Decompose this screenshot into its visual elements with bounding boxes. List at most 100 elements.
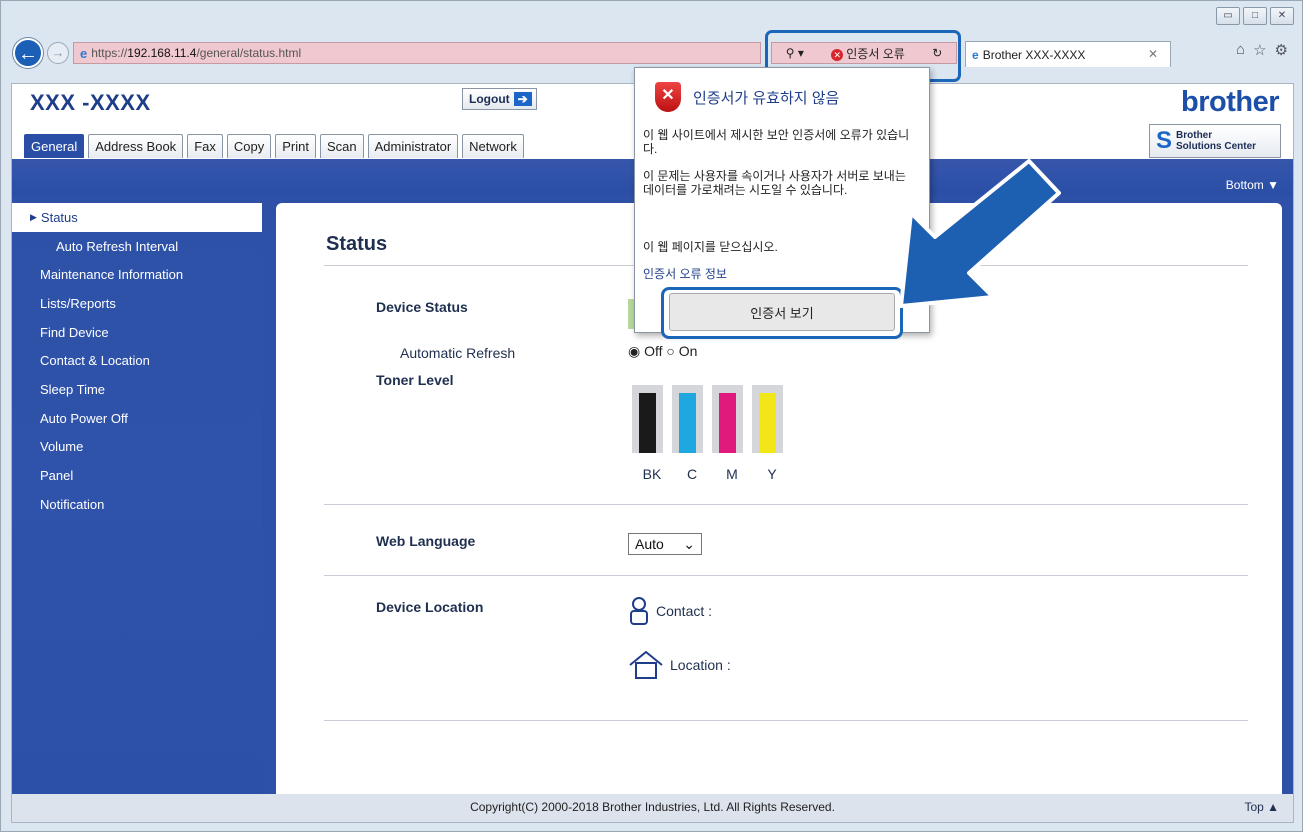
url-path: /general/status.html	[196, 46, 302, 60]
sidebar-item-auto-power-off[interactable]: Auto Power Off	[12, 404, 262, 433]
tab-fax[interactable]: Fax	[187, 134, 223, 158]
divider	[324, 504, 1248, 505]
tab-title: Brother XXX-XXXX	[982, 47, 1086, 62]
popup-header: ✕ 인증서가 유효하지 않음	[655, 82, 839, 112]
sidebar-item-notification[interactable]: Notification	[12, 490, 262, 519]
ie-icon: e	[80, 45, 88, 61]
solutions-center-button[interactable]: S Brother Solutions Center	[1149, 124, 1281, 158]
logout-arrow-icon: ➔	[513, 92, 532, 106]
sidebar-item-panel[interactable]: Panel	[12, 461, 262, 490]
web-language-select[interactable]: Auto ⌄	[628, 533, 702, 555]
close-icon[interactable]: ✕	[1270, 7, 1294, 25]
bsc-line1: Brother	[1176, 130, 1213, 141]
home-icon[interactable]: ⌂	[1236, 41, 1245, 59]
favorites-icon[interactable]: ☆	[1253, 41, 1266, 59]
toner-label-m: M	[726, 466, 738, 482]
browser-toolbar-icons: ⌂ ☆ ⚙	[1236, 41, 1288, 59]
ie-tab-icon: e	[972, 47, 979, 62]
location-row: Location :	[628, 650, 731, 680]
sidebar-item-find-device[interactable]: Find Device	[12, 318, 262, 347]
radio-off-label: Off	[644, 343, 663, 359]
toner-fill-m	[719, 393, 736, 453]
caret-right-icon: ▶	[30, 211, 37, 222]
forward-button[interactable]: →	[47, 42, 69, 64]
cert-error-info-link[interactable]: 인증서 오류 정보	[643, 265, 727, 282]
back-button[interactable]: ←	[13, 38, 43, 68]
tab-address-book[interactable]: Address Book	[88, 134, 184, 158]
divider	[324, 575, 1248, 576]
radio-on-label: On	[678, 343, 698, 359]
browser-tab[interactable]: e Brother XXX-XXXX ✕	[965, 41, 1171, 67]
sidebar-item-lists-reports[interactable]: Lists/Reports	[12, 289, 262, 318]
location-label: Location :	[670, 657, 731, 673]
window-controls: ▭ □ ✕	[1216, 7, 1294, 25]
toner-gauges	[632, 385, 783, 453]
web-language-value: Auto	[635, 536, 664, 552]
toner-slot-y	[752, 385, 783, 453]
url-prefix: https://	[91, 46, 128, 60]
address-bar[interactable]: e https://192.168.11.4/general/status.ht…	[73, 42, 761, 64]
sidebar-item-label: Status	[40, 209, 78, 225]
sidebar-item-sleep-time[interactable]: Sleep Time	[12, 375, 262, 404]
radio-on[interactable]: ○	[666, 343, 678, 359]
settings-gear-icon[interactable]: ⚙	[1275, 41, 1288, 59]
toner-slot-m	[712, 385, 743, 453]
tab-network[interactable]: Network	[462, 134, 524, 158]
toner-slot-bk	[632, 385, 663, 453]
tab-administrator[interactable]: Administrator	[367, 134, 459, 158]
person-icon	[630, 597, 648, 625]
toner-fill-bk	[639, 393, 656, 453]
toner-labels: BK C M Y	[632, 466, 792, 482]
sidebar-item-volume[interactable]: Volume	[12, 433, 262, 462]
tab-general[interactable]: General	[24, 134, 85, 158]
toner-fill-y	[759, 393, 776, 453]
minimize-icon[interactable]: ▭	[1216, 7, 1240, 25]
bsc-line2: Solutions Center	[1176, 141, 1257, 152]
url-host: 192.168.11.4	[127, 46, 197, 60]
logout-button[interactable]: Logout ➔	[462, 88, 537, 110]
toner-label-y: Y	[767, 466, 777, 482]
popup-title: 인증서가 유효하지 않음	[693, 89, 840, 107]
logout-label: Logout	[469, 92, 510, 106]
tab-scan[interactable]: Scan	[319, 134, 364, 158]
device-location-label: Device Location	[376, 599, 484, 615]
popup-paragraph-3: 이 웹 페이지를 닫으십시오.	[643, 240, 778, 254]
sidebar-item-contact-location[interactable]: Contact & Location	[12, 346, 262, 375]
sidebar-item-status[interactable]: ▶ Status	[12, 203, 262, 232]
browser-window: ▭ □ ✕ ← → e https://192.168.11.4/general…	[0, 0, 1303, 832]
web-language-label: Web Language	[376, 533, 476, 549]
main-tabs: General Address Book Fax Copy Print Scan…	[24, 134, 524, 158]
maximize-icon[interactable]: □	[1243, 7, 1267, 25]
solutions-center-text: Brother Solutions Center	[1176, 130, 1256, 152]
tab-copy[interactable]: Copy	[226, 134, 272, 158]
bottom-link[interactable]: Bottom ▼	[1226, 178, 1279, 192]
pointer-arrow-icon	[899, 159, 1061, 308]
toner-level-label: Toner Level	[376, 372, 454, 388]
chevron-down-icon: ⌄	[683, 535, 695, 552]
tab-print[interactable]: Print	[275, 134, 316, 158]
toner-label-bk: BK	[642, 466, 662, 482]
toner-slot-c	[672, 385, 703, 453]
solutions-center-icon: S	[1156, 127, 1173, 154]
house-icon	[629, 650, 663, 679]
radio-off[interactable]: ◉	[628, 343, 644, 359]
divider	[324, 720, 1248, 721]
automatic-refresh-label: Automatic Refresh	[400, 345, 516, 361]
brother-logo: brother	[1181, 86, 1280, 118]
sidebar-item-auto-refresh[interactable]: Auto Refresh Interval	[12, 232, 262, 261]
copyright: Copyright(C) 2000-2018 Brother Industrie…	[470, 800, 835, 814]
sidebar-item-maintenance[interactable]: Maintenance Information	[12, 260, 262, 289]
tab-close-icon[interactable]: ✕	[1148, 47, 1158, 61]
device-status-label: Device Status	[376, 299, 468, 315]
toner-fill-c	[679, 393, 696, 453]
toner-label-c: C	[686, 466, 698, 482]
shield-error-icon: ✕	[655, 82, 681, 112]
page-title: Status	[326, 233, 388, 255]
view-certificate-button[interactable]: 인증서 보기	[669, 293, 895, 331]
popup-paragraph-1: 이 웹 사이트에서 제시한 보안 인증서에 오류가 있습니다.	[643, 128, 910, 156]
contact-row: Contact :	[628, 596, 712, 626]
contact-label: Contact :	[656, 603, 713, 619]
auto-refresh-radios: ◉ Off ○ On	[628, 343, 697, 360]
top-link[interactable]: Top ▲	[1244, 800, 1279, 814]
